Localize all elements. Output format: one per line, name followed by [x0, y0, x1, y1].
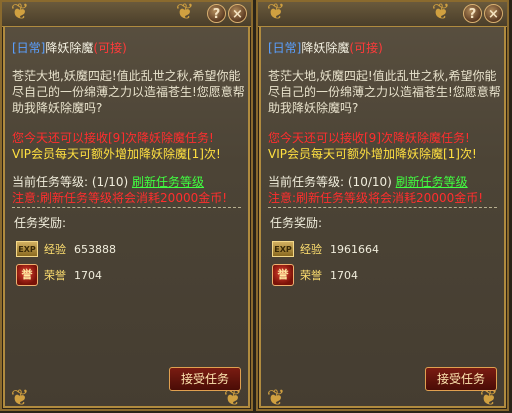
- exp-value: 1961664: [330, 242, 379, 256]
- exp-value: 653888: [74, 242, 116, 256]
- reward-title: 任务奖励:: [270, 216, 323, 230]
- exp-label: 经验: [300, 243, 322, 256]
- reward-honor-row: 誉 荣誉 1704: [16, 264, 102, 286]
- honor-label: 荣誉: [300, 269, 322, 282]
- reward-exp-row: EXP 经验 1961664: [272, 238, 379, 260]
- ornament-icon: ❦: [10, 386, 30, 411]
- honor-value: 1704: [330, 268, 358, 282]
- divider: [12, 207, 241, 208]
- refresh-cost-note: 注意:刷新任务等级将会消耗20000金币!: [12, 191, 228, 205]
- quest-name: 降妖除魔: [45, 41, 94, 55]
- honor-value: 1704: [74, 268, 102, 282]
- ornament-icon: ❦: [431, 0, 451, 25]
- level-value: (10/10): [347, 175, 392, 189]
- level-label: 当前任务等级:: [12, 175, 89, 189]
- close-button[interactable]: ×: [228, 4, 247, 23]
- quest-panel-right: ❦ ❦ ❦ ❦ ? × [日常]降妖除魔(可接) 苍茫大地,妖魔四起!值此乱世之…: [256, 0, 509, 411]
- quest-level-row: 当前任务等级: (10/10) 刷新任务等级: [268, 174, 501, 190]
- reward-honor-row: 誉 荣誉 1704: [272, 264, 358, 286]
- quest-content: [日常]降妖除魔(可接) 苍茫大地,妖魔四起!值此乱世之秋,希望你能尽自己的一份…: [268, 40, 501, 206]
- ornament-icon: ❦: [266, 386, 286, 411]
- quest-description: 苍茫大地,妖魔四起!值此乱世之秋,希望你能尽自己的一份绵薄之力以造福苍生!您愿意…: [12, 69, 245, 115]
- quest-status: (可接): [93, 41, 127, 55]
- quest-status: (可接): [349, 41, 383, 55]
- quest-level-row: 当前任务等级: (1/10) 刷新任务等级: [12, 174, 245, 190]
- daily-tag: [日常]: [12, 41, 46, 55]
- refresh-level-link[interactable]: 刷新任务等级: [396, 175, 468, 189]
- exp-icon: EXP: [16, 241, 38, 257]
- quest-name: 降妖除魔: [301, 41, 350, 55]
- exp-label: 经验: [44, 243, 66, 256]
- level-label: 当前任务等级:: [268, 175, 345, 189]
- level-value: (1/10): [91, 175, 129, 189]
- reward-title: 任务奖励:: [14, 216, 67, 230]
- honor-icon: 誉: [272, 264, 294, 286]
- honor-icon: 誉: [16, 264, 38, 286]
- help-button[interactable]: ?: [463, 4, 482, 23]
- quest-title: [日常]降妖除魔(可接): [12, 40, 245, 56]
- accept-quest-button[interactable]: 接受任务: [169, 367, 241, 391]
- close-button[interactable]: ×: [484, 4, 503, 23]
- daily-tag: [日常]: [268, 41, 302, 55]
- divider: [268, 207, 497, 208]
- refresh-cost-note: 注意:刷新任务等级将会消耗20000金币!: [268, 191, 484, 205]
- quest-description: 苍茫大地,妖魔四起!值此乱世之秋,希望你能尽自己的一份绵薄之力以造福苍生!您愿意…: [268, 69, 501, 115]
- help-button[interactable]: ?: [207, 4, 226, 23]
- remaining-count-text: 您今天还可以接收[9]次降妖除魔任务!: [268, 131, 470, 145]
- vip-bonus-text: VIP会员每天可额外增加降妖除魔[1]次!: [12, 147, 221, 161]
- reward-exp-row: EXP 经验 653888: [16, 238, 116, 260]
- exp-icon: EXP: [272, 241, 294, 257]
- honor-label: 荣誉: [44, 269, 66, 282]
- quest-content: [日常]降妖除魔(可接) 苍茫大地,妖魔四起!值此乱世之秋,希望你能尽自己的一份…: [12, 40, 245, 206]
- remaining-count-text: 您今天还可以接收[9]次降妖除魔任务!: [12, 131, 214, 145]
- quest-title: [日常]降妖除魔(可接): [268, 40, 501, 56]
- refresh-level-link[interactable]: 刷新任务等级: [132, 175, 204, 189]
- ornament-icon: ❦: [266, 0, 286, 25]
- vip-bonus-text: VIP会员每天可额外增加降妖除魔[1]次!: [268, 147, 477, 161]
- ornament-icon: ❦: [175, 0, 195, 25]
- accept-quest-button[interactable]: 接受任务: [425, 367, 497, 391]
- quest-panel-left: ❦ ❦ ❦ ❦ ? × [日常]降妖除魔(可接) 苍茫大地,妖魔四起!值此乱世之…: [0, 0, 253, 411]
- ornament-icon: ❦: [10, 0, 30, 25]
